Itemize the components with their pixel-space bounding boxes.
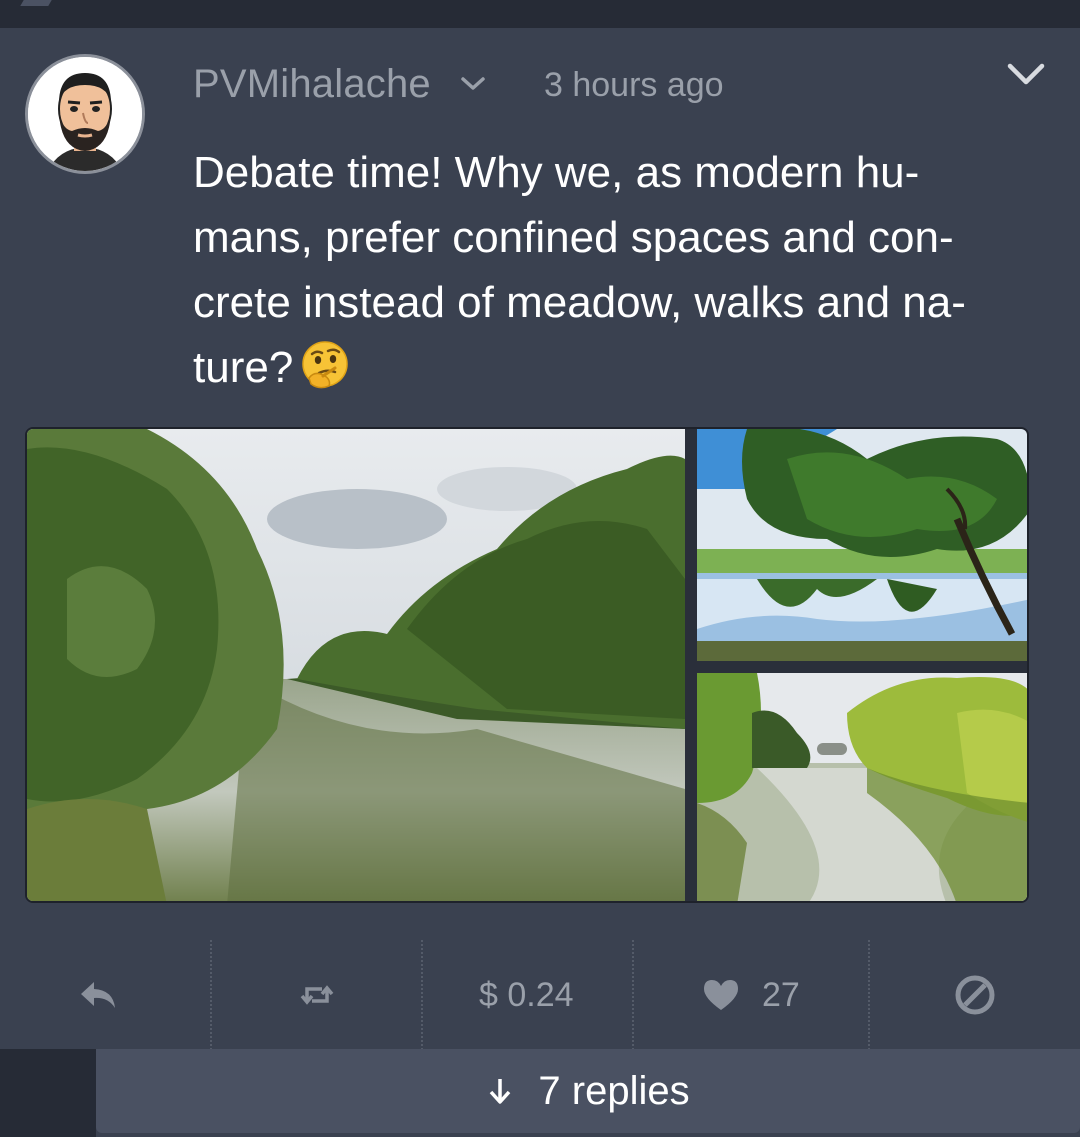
action-divider [421, 940, 423, 1050]
post-text-line: mans, prefer confined spaces and con- [193, 213, 954, 262]
pond-with-tree-reflection-image [697, 429, 1027, 661]
river-with-trees-image [27, 429, 685, 901]
willow-trees-by-river-image [697, 673, 1027, 901]
post-text-line: Debate time! Why we, as modern hu- [193, 148, 920, 197]
post-actions-bar: $ 0.24 27 [0, 940, 1080, 1050]
view-replies-button[interactable]: 7 replies [96, 1049, 1080, 1133]
like-count: 27 [762, 975, 800, 1014]
heart-icon [704, 980, 738, 1010]
thinking-face-icon [302, 341, 349, 389]
post-text-line: crete instead of meadow, walks and na- [193, 278, 966, 327]
top-bar-corner [20, 0, 52, 6]
action-divider [210, 940, 212, 1050]
post-text-line-last: ture? [193, 335, 1023, 400]
post-body: Debate time! Why we, as modern hu- mans,… [193, 140, 1023, 400]
image-gallery [25, 427, 1029, 903]
like-button[interactable]: 27 [702, 970, 800, 1020]
replies-count-label: 7 replies [538, 1068, 690, 1113]
chevron-down-icon[interactable] [460, 74, 486, 94]
pond-with-tree-reflection-photo[interactable] [697, 429, 1027, 661]
willow-trees-by-river-photo[interactable] [697, 673, 1027, 901]
arrow-down-icon [490, 1079, 511, 1104]
repost-icon [300, 985, 334, 1005]
post-menu-chevron-icon[interactable] [1006, 60, 1046, 88]
thread-indent [0, 1049, 96, 1137]
author-name[interactable]: PVMihalache [193, 62, 431, 107]
reply-icon [81, 982, 115, 1008]
action-divider [868, 940, 870, 1050]
river-with-trees-photo[interactable] [27, 429, 685, 901]
payout-button[interactable]: $ 0.24 [479, 970, 574, 1020]
post-text-line: ture? [193, 343, 294, 392]
reply-button[interactable] [78, 970, 118, 1020]
post-timestamp[interactable]: 3 hours ago [544, 66, 724, 105]
avatar[interactable] [25, 54, 145, 174]
repost-button[interactable] [300, 970, 334, 1020]
block-button[interactable] [954, 970, 996, 1020]
block-icon [955, 975, 995, 1015]
avatar-illustration [28, 57, 142, 171]
action-divider [632, 940, 634, 1050]
top-bar [0, 0, 1080, 28]
payout-amount: $ 0.24 [479, 975, 574, 1014]
